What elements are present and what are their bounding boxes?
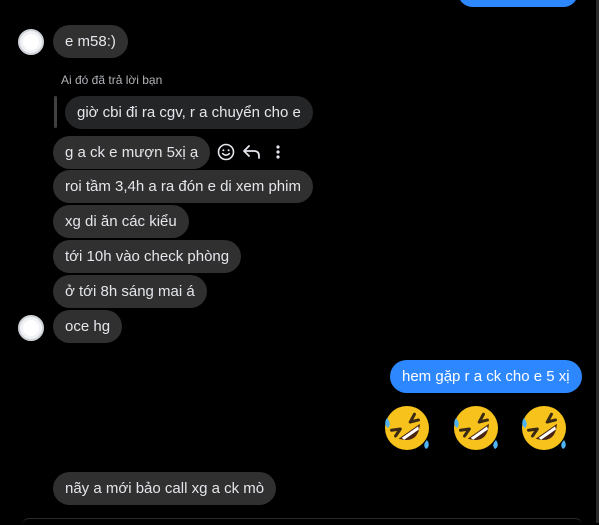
avatar[interactable] — [18, 29, 44, 55]
message-bubble[interactable]: xg di ăn các kiểu — [53, 205, 189, 238]
reply-quote-bar — [54, 96, 57, 128]
outgoing-message-bubble[interactable]: hem gặp r a ck cho e 5 xị — [390, 360, 582, 393]
quoted-message-bubble[interactable]: giờ cbi đi ra cgv, r a chuyển cho e — [65, 96, 313, 129]
rolling-laughing-emoji[interactable] — [382, 402, 432, 452]
composer-edge — [22, 518, 582, 525]
smiley-icon[interactable] — [214, 140, 238, 164]
rolling-laughing-emoji[interactable] — [451, 402, 501, 452]
message-bubble[interactable]: nãy a mới bảo call xg a ck mò — [53, 472, 277, 505]
message-bubble[interactable]: tới 10h vào check phòng — [53, 240, 242, 273]
message-actions — [214, 140, 292, 164]
more-vertical-icon[interactable] — [266, 140, 290, 164]
message-bubble[interactable]: g a ck e mượn 5xị ạ — [53, 136, 211, 169]
message-bubble[interactable]: e m58:) — [53, 25, 128, 58]
reply-arrow-icon[interactable] — [240, 140, 264, 164]
reply-indicator-label: Ai đó đã trả lời bạn — [61, 73, 163, 87]
avatar[interactable] — [18, 315, 44, 341]
message-bubble[interactable]: oce hg — [53, 310, 123, 343]
message-bubble[interactable]: roi tầm 3,4h a ra đón e di xem phim — [53, 170, 313, 203]
outgoing-message-bubble-partial[interactable] — [458, 0, 578, 7]
rolling-laughing-emoji[interactable] — [519, 402, 569, 452]
message-bubble[interactable]: ở tới 8h sáng mai á — [53, 275, 207, 308]
